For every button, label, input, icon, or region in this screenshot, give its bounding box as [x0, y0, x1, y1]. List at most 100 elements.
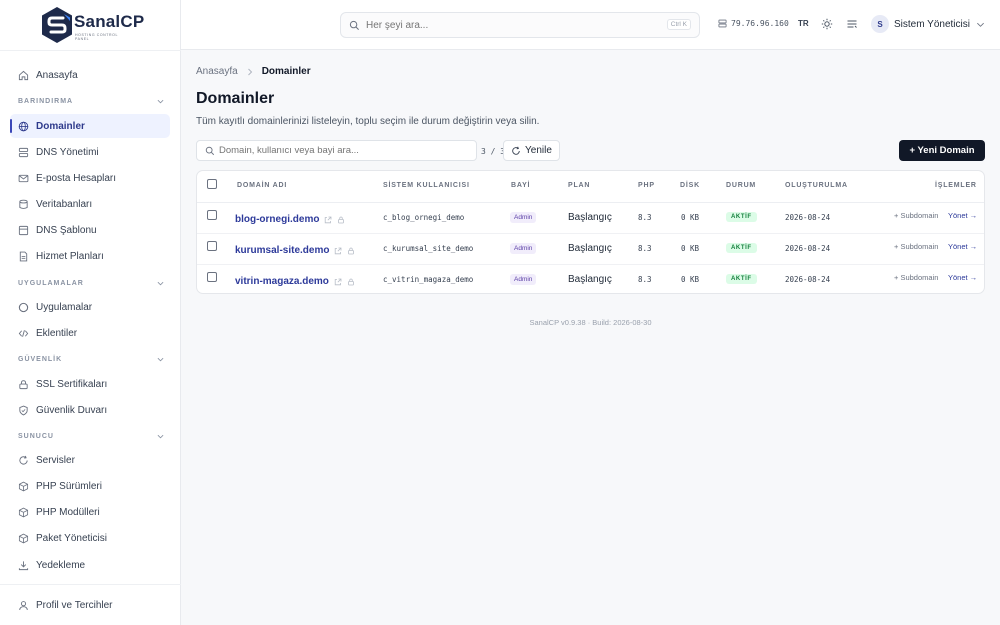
domain-search[interactable]: [196, 140, 477, 161]
sidebar-item-domainler[interactable]: Domainler: [10, 114, 170, 138]
sidebar-item-dns[interactable]: DNS Yönetimi: [10, 140, 170, 164]
domain-link[interactable]: vitrin-magaza.demo: [235, 276, 355, 287]
server-icon: [18, 147, 29, 158]
section-sunucu[interactable]: SUNUCU: [18, 433, 164, 440]
topbar: Ctrl K 79.76.96.160 TR S Sistem Yönetici…: [181, 0, 1000, 50]
refresh-label: Yenile: [525, 145, 552, 156]
shield-icon: [18, 405, 29, 416]
global-search[interactable]: Ctrl K: [340, 12, 700, 38]
row-checkbox[interactable]: [207, 241, 217, 251]
column-header[interactable]: PLAN: [568, 182, 590, 189]
divider: [197, 202, 984, 203]
php-version: 8.3: [638, 244, 652, 253]
external-link-icon[interactable]: [334, 247, 342, 255]
section-title: UYGULAMALAR: [18, 280, 84, 287]
lock-icon[interactable]: [347, 247, 355, 255]
domain-link[interactable]: kurumsal-site.demo: [235, 245, 355, 256]
user-menu[interactable]: S Sistem Yöneticisi: [871, 15, 985, 33]
column-header[interactable]: DOMAİN ADI: [237, 182, 287, 189]
refresh-icon: [18, 455, 29, 466]
column-header[interactable]: BAYİ: [511, 182, 530, 189]
domains-table: DOMAİN ADI SİSTEM KULLANICISI BAYİ PLAN …: [196, 170, 985, 294]
plan-name: Başlangıç: [568, 243, 612, 254]
row-checkbox[interactable]: [207, 272, 217, 282]
add-subdomain-button[interactable]: + Subdomain: [894, 273, 938, 282]
sidebar-item-services[interactable]: Servisler: [10, 448, 170, 472]
sidebar-item-label: Domainler: [36, 120, 85, 132]
sidebar-item-label: Eklentiler: [36, 327, 78, 339]
chevron-down-icon: [157, 434, 164, 439]
domain-name: kurumsal-site.demo: [235, 245, 330, 256]
lock-icon[interactable]: [347, 278, 355, 286]
select-all-checkbox[interactable]: [207, 179, 217, 189]
language-switcher[interactable]: TR: [798, 19, 809, 28]
plan-name: Başlangıç: [568, 212, 612, 223]
column-header[interactable]: PHP: [638, 182, 655, 189]
add-subdomain-button[interactable]: + Subdomain: [894, 242, 938, 251]
domain-link[interactable]: blog-ornegi.demo: [235, 214, 345, 225]
sidebar-item-label: DNS Yönetimi: [36, 146, 99, 158]
sidebar-item-plans[interactable]: Hizmet Planları: [10, 244, 170, 268]
domain-search-input[interactable]: [219, 145, 469, 156]
user-name: Sistem Yöneticisi: [894, 18, 970, 30]
section-title: BARINDIRMA: [18, 98, 74, 105]
menu-lines-icon[interactable]: [846, 18, 858, 30]
domain-name: blog-ornegi.demo: [235, 214, 320, 225]
sidebar-item-email[interactable]: E-posta Hesapları: [10, 166, 170, 190]
manage-button[interactable]: Yönet →: [948, 242, 977, 251]
sidebar-item-php-versions[interactable]: PHP Sürümleri: [10, 474, 170, 498]
sidebar-item-databases[interactable]: Veritabanları: [10, 192, 170, 216]
brand-name: SanalCP: [74, 12, 145, 31]
sidebar-item-ssl[interactable]: SSL Sertifikaları: [10, 372, 170, 396]
chevron-right-icon: [247, 68, 252, 75]
sidebar-item-dns-template[interactable]: DNS Şablonu: [10, 218, 170, 242]
section-guvenlik[interactable]: GÜVENLİK: [18, 356, 164, 363]
column-header: İŞLEMLER: [935, 182, 977, 189]
sun-icon[interactable]: [821, 18, 833, 30]
global-search-input[interactable]: [366, 19, 646, 31]
external-link-icon[interactable]: [324, 216, 332, 224]
sidebar-item-php-modules[interactable]: PHP Modülleri: [10, 500, 170, 524]
column-header[interactable]: DİSK: [680, 182, 700, 189]
sidebar-item-label: Hizmet Planları: [36, 250, 104, 262]
breadcrumb: Anasayfa Domainler: [196, 66, 311, 77]
download-icon: [18, 560, 29, 571]
external-link-icon[interactable]: [334, 278, 342, 286]
column-header[interactable]: SİSTEM KULLANICISI: [383, 182, 470, 189]
section-uygulamalar[interactable]: UYGULAMALAR: [18, 280, 164, 287]
sidebar-item-plugins[interactable]: Eklentiler: [10, 321, 170, 345]
created-date: 2026-08-24: [785, 275, 831, 284]
sidebar-item-label: Anasayfa: [36, 69, 78, 81]
sidebar-item-label: Veritabanları: [36, 198, 93, 210]
footer-version: SanalCP v0.9.38 · Build: 2026-08-30: [529, 318, 652, 327]
sidebar-item-package-manager[interactable]: Paket Yöneticisi: [10, 526, 170, 550]
system-user: c_vitrin_magaza_demo: [383, 275, 474, 284]
sidebar-item-backup[interactable]: Yedekleme: [10, 553, 170, 577]
divider: [0, 50, 181, 51]
manage-button[interactable]: Yönet →: [948, 211, 977, 220]
sidebar-item-home[interactable]: Anasayfa: [10, 63, 170, 87]
domain-name: vitrin-magaza.demo: [235, 276, 329, 287]
add-subdomain-button[interactable]: + Subdomain: [894, 211, 938, 220]
sidebar-item-apps[interactable]: Uygulamalar: [10, 295, 170, 319]
sidebar-item-label: Uygulamalar: [36, 301, 93, 313]
lock-icon[interactable]: [337, 216, 345, 224]
manage-button[interactable]: Yönet →: [948, 273, 977, 282]
section-title: SUNUCU: [18, 433, 54, 440]
breadcrumb-home[interactable]: Anasayfa: [196, 66, 238, 77]
circle-icon: [18, 302, 29, 313]
new-domain-button[interactable]: + Yeni Domain: [899, 140, 985, 161]
database-icon: [18, 199, 29, 210]
column-header[interactable]: OLUŞTURULMA: [785, 182, 848, 189]
refresh-icon: [512, 146, 520, 155]
status-badge: AKTİF: [726, 274, 757, 284]
column-header[interactable]: DURUM: [726, 182, 756, 189]
section-barindirma[interactable]: BARINDIRMA: [18, 98, 164, 105]
row-checkbox[interactable]: [207, 210, 217, 220]
plan-name: Başlangıç: [568, 274, 612, 285]
brand-logo[interactable]: SanalCP HOSTING CONTROL PANEL: [40, 6, 145, 46]
sidebar-item-profile[interactable]: Profil ve Tercihler: [10, 593, 170, 617]
reseller-badge: Admin: [510, 212, 537, 223]
sidebar-item-firewall[interactable]: Güvenlik Duvarı: [10, 398, 170, 422]
refresh-button[interactable]: Yenile: [503, 140, 560, 161]
